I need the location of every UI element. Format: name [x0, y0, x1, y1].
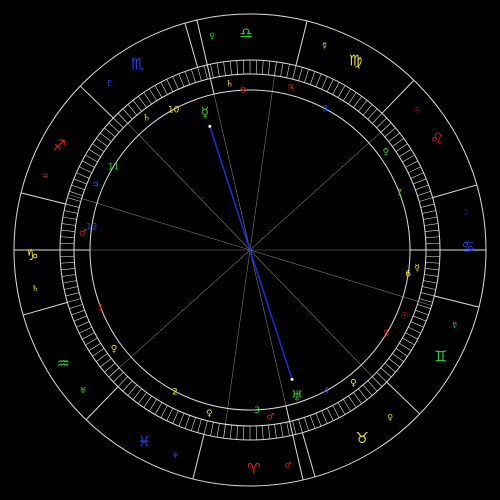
sign-ruler-icon: ☉ [413, 106, 420, 115]
gemini-icon: ♊ [434, 348, 447, 366]
cusp-ruler-icon: ♃ [91, 180, 99, 190]
cancer-icon: ♋ [461, 238, 474, 256]
cusp-ruler-icon: ♂ [266, 413, 274, 423]
house-number: 11 [108, 162, 119, 172]
house-number: 6 [405, 270, 411, 280]
uranus-icon: ♅ [291, 389, 304, 405]
taurus-icon: ♉ [356, 429, 369, 447]
planet-marker [208, 124, 212, 128]
aries-icon: ♈ [247, 460, 260, 478]
cusp-ruler-icon: ♃ [287, 83, 295, 93]
sign-ruler-icon: ♄ [32, 284, 39, 293]
pisces-icon: ♓ [138, 433, 151, 451]
cusp-ruler-icon: ☉ [401, 312, 409, 322]
sign-ruler-icon: ♀ [209, 31, 215, 40]
sign-ruler-icon: ☿ [322, 41, 327, 50]
sign-ruler-icon: ♇ [106, 79, 113, 88]
virgo-icon: ♍ [349, 51, 362, 69]
cusp-ruler-icon: ♀ [350, 378, 357, 388]
house-number: 9 [240, 86, 246, 96]
house-number: 3 [254, 406, 260, 416]
house-number: 12 [86, 222, 97, 232]
astrology-chart-wheel: ♎♍♌♋♊♉♈♓♒♑♐♏ ♀☿☉☽☿♀♂♆♅♄♃♇ ♂♀♀ ♂♀☉☿♀♃♄♄♃ 1… [0, 0, 500, 500]
libra-icon: ♎ [239, 24, 252, 42]
sign-ruler-icon: ♃ [42, 171, 49, 180]
cusp-ruler-icon: ♀ [206, 409, 213, 419]
sagittarius-icon: ♐ [53, 136, 66, 154]
cusp-ruler-icon: ♄ [225, 79, 233, 89]
house-number: 10 [168, 105, 180, 115]
house-number: 8 [322, 105, 328, 115]
cusp-ruler-icon: ♄ [143, 114, 151, 124]
capricorn-icon: ♑ [25, 246, 38, 264]
sign-ruler-icon: ☽ [461, 208, 468, 217]
mercury-icon: ☿ [201, 105, 210, 121]
cusp-ruler-icon: ☿ [414, 264, 420, 274]
sign-ruler-icon: ☿ [452, 321, 457, 330]
cusp-ruler-icon: ♀ [111, 345, 118, 355]
house-number: 4 [323, 387, 329, 397]
aquarius-icon: ♒ [56, 354, 69, 372]
house-number: 2 [172, 387, 178, 397]
sign-ruler-icon: ♆ [172, 451, 179, 460]
scorpio-icon: ♏ [131, 55, 145, 73]
house-number: 1 [98, 303, 104, 313]
planet-marker [290, 377, 294, 381]
house-number: 5 [384, 330, 390, 340]
sign-ruler-icon: ♂ [284, 461, 291, 470]
leo-icon: ♌ [430, 130, 443, 148]
cusp-ruler-icon: ♀ [383, 147, 390, 157]
sign-ruler-icon: ♅ [79, 386, 86, 395]
house-number: 7 [397, 189, 403, 199]
sign-ruler-icon: ♀ [387, 413, 393, 422]
